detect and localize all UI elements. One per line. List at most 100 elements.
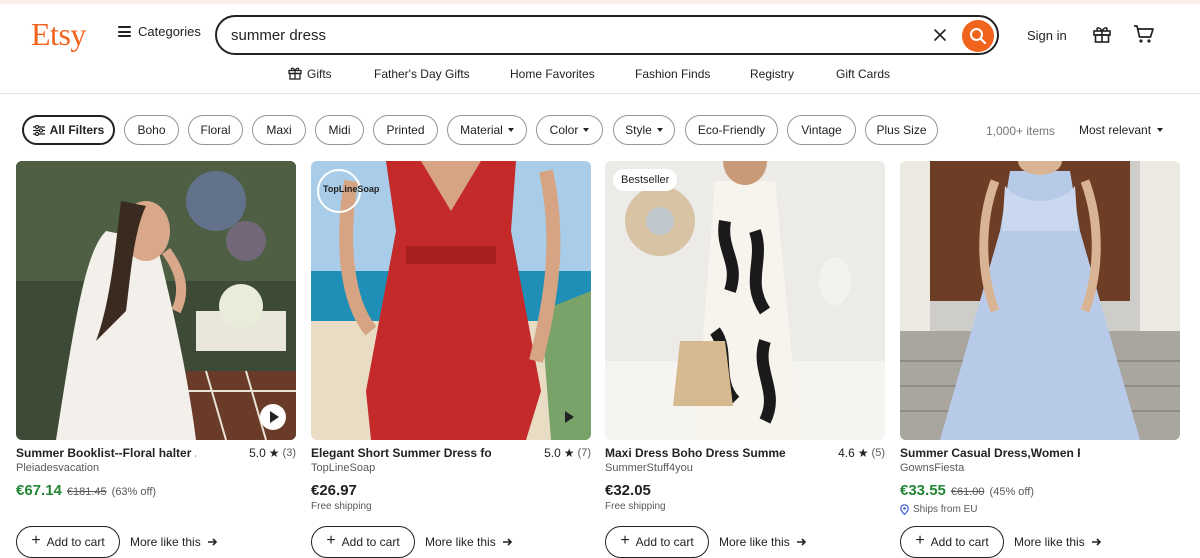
all-filters-button[interactable]: All Filters [22, 115, 115, 145]
product-image[interactable]: Bestseller [605, 161, 885, 440]
more-like-this-link[interactable]: More like this [425, 535, 513, 549]
product-rating: 4.6 ★ (5) [838, 446, 885, 460]
arrow-right-icon [796, 538, 806, 546]
filter-maxi[interactable]: Maxi [252, 115, 306, 145]
play-video-icon[interactable] [555, 404, 581, 430]
filter-color-dropdown[interactable]: Color [536, 115, 603, 145]
location-pin-icon [900, 504, 909, 515]
caret-down-icon [1157, 128, 1164, 132]
cart-icon[interactable] [1133, 24, 1155, 44]
filter-label: Color [549, 123, 579, 137]
shop-name[interactable]: TopLineSoap [311, 462, 375, 474]
shipping-label: Free shipping [311, 501, 372, 512]
shop-name[interactable]: Pleiadesvacation [16, 462, 99, 474]
product-image[interactable] [16, 161, 296, 440]
add-to-cart-button[interactable]: + Add to cart [311, 526, 415, 558]
etsy-logo[interactable]: Etsy [31, 16, 86, 53]
shop-watermark: TopLineSoap [317, 169, 379, 213]
clear-search-icon[interactable] [930, 25, 950, 45]
review-count: (5) [871, 447, 885, 459]
nav-home-favorites[interactable]: Home Favorites [510, 67, 595, 81]
all-filters-label: All Filters [49, 123, 105, 137]
product-rating: 5.0 ★ (3) [249, 446, 296, 460]
sort-dropdown[interactable]: Most relevant [1079, 123, 1164, 137]
shipping-label: Ships from EU [913, 504, 978, 515]
price-row: €32.05 [605, 482, 651, 499]
caret-down-icon [583, 128, 590, 132]
filter-midi[interactable]: Midi [315, 115, 364, 145]
filter-printed[interactable]: Printed [373, 115, 438, 145]
filter-label: Style [625, 123, 652, 137]
product-card: Bestseller Maxi Dress Boho Dress Summer … [605, 161, 885, 558]
filter-label: Material [460, 123, 503, 137]
add-to-cart-button[interactable]: + Add to cart [16, 526, 120, 558]
price-row: €26.97 [311, 482, 357, 499]
more-like-this-label: More like this [719, 535, 790, 549]
filter-label: Floral [200, 123, 231, 137]
add-to-cart-button[interactable]: + Add to cart [605, 526, 709, 558]
caret-down-icon [656, 128, 663, 132]
filter-vintage[interactable]: Vintage [787, 115, 856, 145]
shipping-info: Free shipping [605, 501, 666, 512]
more-like-this-link[interactable]: More like this [130, 535, 218, 549]
plus-icon: + [326, 532, 336, 549]
product-title[interactable]: Maxi Dress Boho Dress Summer ... [605, 446, 785, 460]
nav-gift-cards[interactable]: Gift Cards [836, 67, 890, 81]
rating-value: 5.0 [544, 446, 561, 460]
product-card: TopLineSoap Elegant Short Summer Dress f… [311, 161, 591, 558]
menu-icon [118, 26, 131, 37]
shop-name[interactable]: SummerStuff4you [605, 462, 693, 474]
filter-eco-friendly[interactable]: Eco-Friendly [685, 115, 778, 145]
more-like-this-label: More like this [1014, 535, 1085, 549]
results-count: 1,000+ items [986, 124, 1056, 138]
gift-icon[interactable] [1092, 24, 1112, 44]
sale-price: €67.14 [16, 482, 62, 499]
add-to-cart-label: Add to cart [635, 535, 694, 549]
filter-label: Plus Size [876, 123, 927, 137]
product-title[interactable]: Summer Booklist--Floral halter ... [16, 446, 196, 460]
rating-value: 4.6 [838, 446, 855, 460]
categories-button[interactable]: Categories [118, 24, 201, 39]
price-row: €67.14 €181.45 (63% off) [16, 482, 156, 499]
filter-style-dropdown[interactable]: Style [613, 115, 675, 145]
filter-material-dropdown[interactable]: Material [447, 115, 527, 145]
filter-floral[interactable]: Floral [188, 115, 243, 145]
more-like-this-link[interactable]: More like this [719, 535, 807, 549]
product-image[interactable]: TopLineSoap [311, 161, 591, 440]
price-row: €33.55 €61.00 (45% off) [900, 482, 1034, 499]
product-card: Summer Booklist--Floral halter ... 5.0 ★… [16, 161, 296, 558]
filter-boho[interactable]: Boho [124, 115, 179, 145]
filter-plus-size[interactable]: Plus Size [865, 115, 938, 145]
nav-fathers-day-gifts[interactable]: Father's Day Gifts [374, 67, 470, 81]
star-icon: ★ [563, 446, 575, 460]
header-divider [0, 93, 1200, 94]
more-like-this-link[interactable]: More like this [1014, 535, 1102, 549]
plus-icon: + [31, 532, 41, 549]
search-submit-button[interactable] [962, 20, 994, 52]
original-price: €61.00 [950, 486, 985, 498]
nav-gifts[interactable]: Gifts [307, 67, 332, 81]
filter-label: Printed [386, 123, 425, 137]
category-nav: Gifts Father's Day Gifts Home Favorites … [0, 64, 1200, 86]
nav-registry[interactable]: Registry [750, 67, 794, 81]
product-image[interactable] [900, 161, 1180, 440]
sign-in-link[interactable]: Sign in [1027, 28, 1067, 43]
add-to-cart-button[interactable]: + Add to cart [900, 526, 1004, 558]
price: €26.97 [311, 482, 357, 499]
product-title[interactable]: Elegant Short Summer Dress for ... [311, 446, 491, 460]
product-rating: 5.0 ★ (7) [544, 446, 591, 460]
play-video-icon[interactable] [260, 404, 286, 430]
star-icon: ★ [857, 446, 869, 460]
filter-sliders-icon [32, 124, 45, 136]
shipping-label: Free shipping [605, 501, 666, 512]
filter-bar: All Filters Boho Floral Maxi Midi Printe… [0, 115, 1200, 145]
product-title[interactable]: Summer Casual Dress,Women Fl... [900, 446, 1080, 460]
search-input[interactable] [231, 25, 921, 45]
nav-fashion-finds[interactable]: Fashion Finds [635, 67, 710, 81]
shop-name[interactable]: GownsFiesta [900, 462, 964, 474]
rating-value: 5.0 [249, 446, 266, 460]
shipping-info: Ships from EU [900, 504, 977, 515]
more-like-this-label: More like this [425, 535, 496, 549]
site-header: Etsy Categories Sign in [0, 4, 1200, 62]
sale-price: €33.55 [900, 482, 946, 499]
